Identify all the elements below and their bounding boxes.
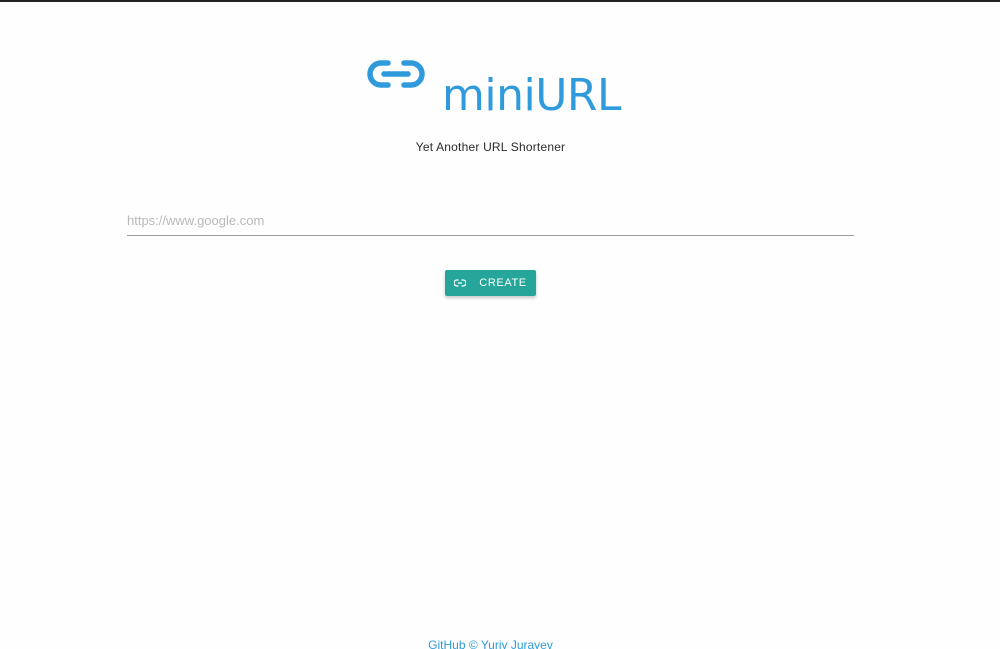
- page: miniURL Yet Another URL Shortener CREATE…: [0, 0, 1000, 649]
- link-icon: [454, 279, 467, 287]
- app-logo: miniURL: [366, 58, 622, 121]
- app-name: miniURL: [442, 70, 622, 121]
- create-button-label: CREATE: [479, 277, 527, 289]
- create-button[interactable]: CREATE: [445, 270, 536, 296]
- link-icon: [367, 60, 425, 88]
- tagline: Yet Another URL Shortener: [415, 140, 566, 154]
- url-input[interactable]: [127, 206, 854, 236]
- footer: GitHub © Yuriy Jurayev: [0, 638, 981, 649]
- copyright-symbol: ©: [468, 638, 478, 649]
- author-name: Yuriy Jurayev: [480, 638, 553, 649]
- github-link[interactable]: GitHub: [428, 638, 465, 649]
